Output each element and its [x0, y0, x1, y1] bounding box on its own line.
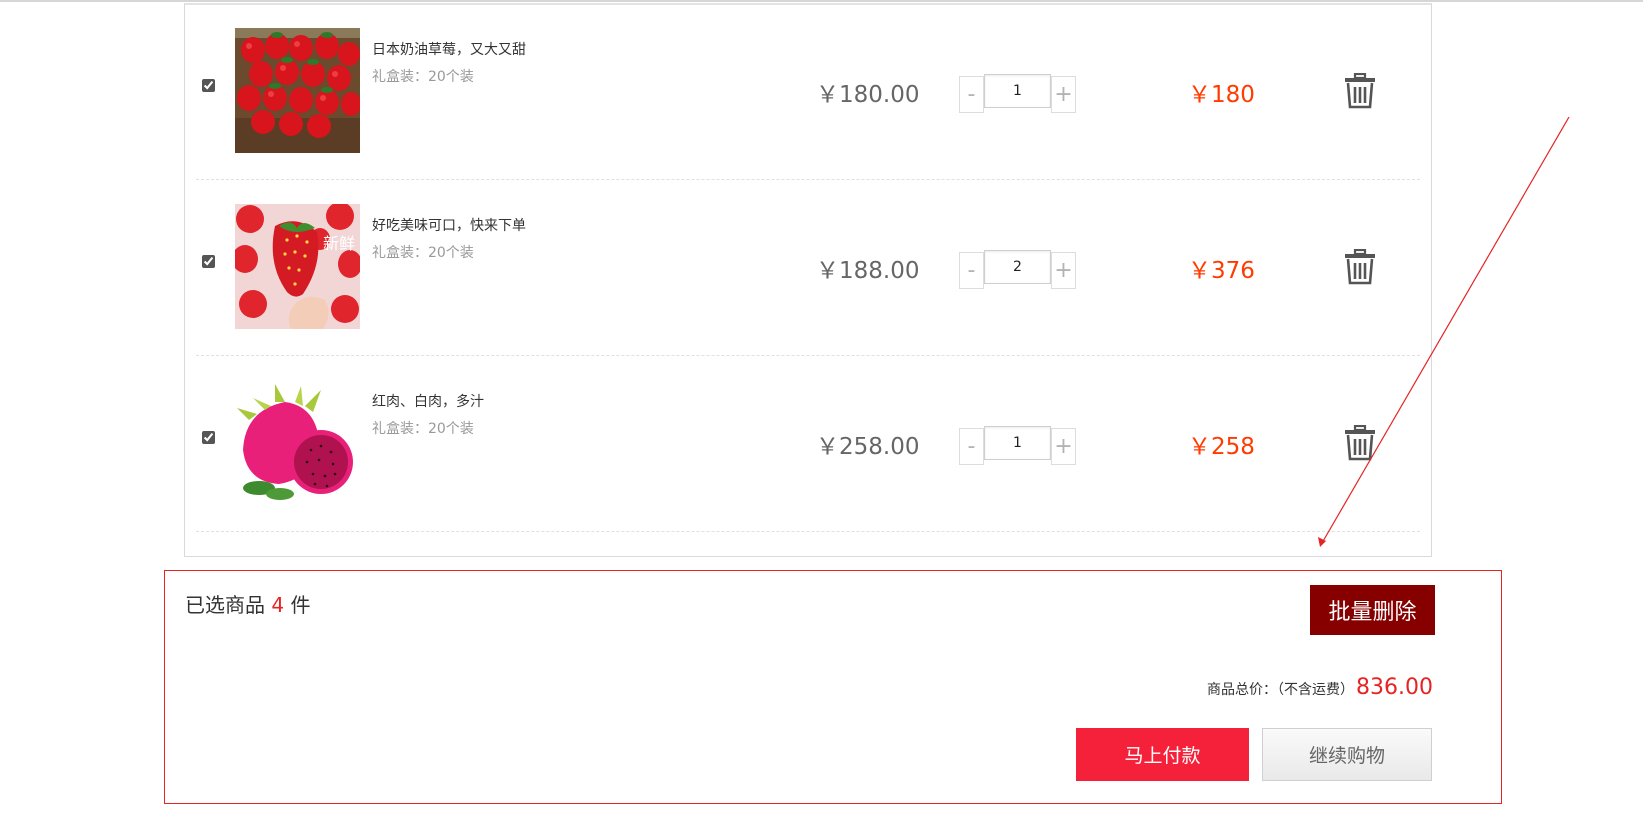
unit-price: ￥180.00 — [816, 82, 920, 108]
total-amount: 836.00 — [1356, 675, 1433, 700]
quantity-input[interactable] — [984, 426, 1051, 460]
cart-row: 新鲜 好吃美味可口，快来下单 礼盒装：20个装 ￥188.00 - + ￥376 — [196, 179, 1420, 356]
selected-count: 已选商品 4 件 — [185, 589, 310, 618]
cart-row: 红肉、白肉，多汁 礼盒装：20个装 ￥258.00 - + ￥258 — [196, 355, 1420, 532]
quantity-stepper: - + — [959, 250, 1076, 291]
selected-prefix: 已选商品 — [185, 593, 265, 617]
product-image-strawberry[interactable]: 新鲜 — [235, 204, 360, 329]
unit-price: ￥188.00 — [816, 258, 920, 284]
trash-icon[interactable] — [1344, 72, 1376, 109]
continue-shopping-button[interactable]: 继续购物 — [1262, 728, 1432, 781]
selected-number: 4 — [271, 593, 285, 617]
trash-icon[interactable] — [1344, 424, 1376, 461]
decrease-button[interactable]: - — [959, 428, 984, 465]
total-label: 商品总价：（不含运费） — [1207, 682, 1355, 698]
quantity-stepper: - + — [959, 426, 1076, 467]
product-image-text: 新鲜 — [323, 234, 355, 253]
product-image-strawberries[interactable] — [235, 28, 360, 153]
total-price: 商品总价：（不含运费）836.00 — [1207, 675, 1433, 700]
item-subtotal: ￥180 — [1188, 82, 1255, 108]
pay-now-button[interactable]: 马上付款 — [1076, 728, 1249, 781]
product-spec: 礼盒装：20个装 — [372, 69, 474, 85]
top-divider — [0, 0, 1643, 2]
item-subtotal: ￥376 — [1188, 258, 1255, 284]
increase-button[interactable]: + — [1051, 252, 1076, 289]
increase-button[interactable]: + — [1051, 428, 1076, 465]
unit-price: ￥258.00 — [816, 434, 920, 460]
product-image-dragon-fruit[interactable] — [235, 380, 360, 505]
decrease-button[interactable]: - — [959, 252, 984, 289]
product-spec: 礼盒装：20个装 — [372, 245, 474, 261]
item-checkbox[interactable] — [202, 79, 215, 92]
item-checkbox[interactable] — [202, 431, 215, 444]
batch-delete-button[interactable]: 批量删除 — [1310, 585, 1435, 635]
item-checkbox[interactable] — [202, 255, 215, 268]
product-name[interactable]: 日本奶油草莓，又大又甜 — [372, 39, 526, 59]
selected-suffix: 件 — [290, 593, 311, 617]
product-name[interactable]: 红肉、白肉，多汁 — [372, 391, 484, 411]
quantity-input[interactable] — [984, 250, 1051, 284]
trash-icon[interactable] — [1344, 248, 1376, 285]
cart-row: 日本奶油草莓，又大又甜 礼盒装：20个装 ￥180.00 - + ￥180 — [196, 3, 1420, 180]
product-spec: 礼盒装：20个装 — [372, 421, 474, 437]
cart-summary: 已选商品 4 件 批量删除 商品总价：（不含运费）836.00 马上付款 继续购… — [164, 570, 1502, 804]
quantity-input[interactable] — [984, 74, 1051, 108]
decrease-button[interactable]: - — [959, 76, 984, 113]
increase-button[interactable]: + — [1051, 76, 1076, 113]
quantity-stepper: - + — [959, 74, 1076, 115]
product-name[interactable]: 好吃美味可口，快来下单 — [372, 215, 526, 235]
item-subtotal: ￥258 — [1188, 434, 1255, 460]
